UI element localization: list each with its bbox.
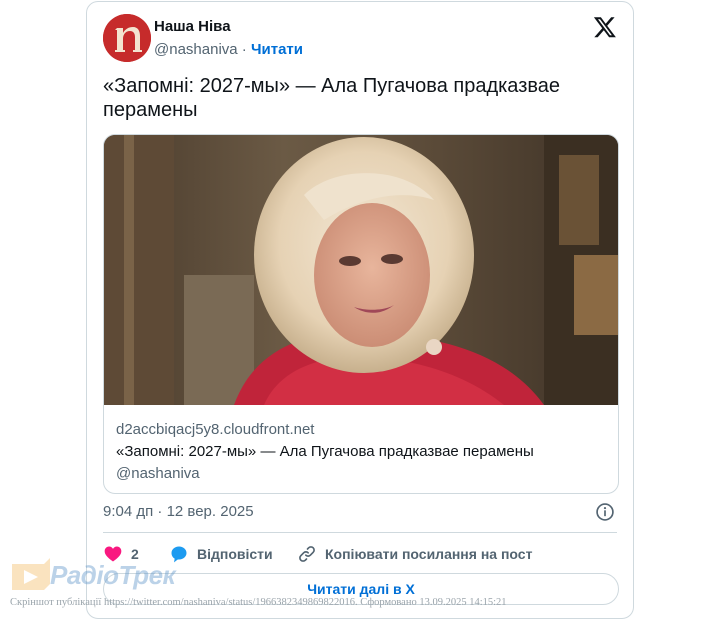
copy-link-button[interactable]: Копіювати посилання на пост <box>297 542 532 566</box>
tweet-embed-card: Наша Ніва @nashaniva · Читати «Запомні: … <box>86 1 634 619</box>
author-avatar[interactable] <box>103 14 151 62</box>
link-title[interactable]: «Запомні: 2027-мы» — Ала Пугачова прадка… <box>116 441 606 463</box>
follow-link[interactable]: Читати <box>251 41 303 58</box>
link-preview-meta: d2accbiqacj5y8.cloudfront.net «Запомні: … <box>116 419 606 485</box>
x-logo-icon[interactable] <box>593 15 617 39</box>
link-preview-image[interactable] <box>104 135 618 405</box>
link-handle[interactable]: @nashaniva <box>116 463 606 485</box>
link-icon <box>299 546 315 562</box>
link-preview-card[interactable]: d2accbiqacj5y8.cloudfront.net «Запомні: … <box>103 134 619 494</box>
reply-button[interactable]: Відповісти <box>169 542 273 566</box>
author-name[interactable]: Наша Ніва <box>154 18 231 35</box>
copy-link-label: Копіювати посилання на пост <box>325 546 533 562</box>
divider <box>103 532 617 533</box>
info-icon[interactable] <box>595 502 615 522</box>
reply-label: Відповісти <box>197 546 273 562</box>
link-domain[interactable]: d2accbiqacj5y8.cloudfront.net <box>116 419 606 441</box>
screenshot-footer-note: Скріншот публікації https://twitter.com/… <box>10 597 507 608</box>
author-handle-row: @nashaniva · Читати <box>154 41 303 58</box>
separator-dot: · <box>241 41 247 58</box>
tweet-text: «Запомні: 2027-мы» — Ала Пугачова прадка… <box>103 75 561 121</box>
author-handle[interactable]: @nashaniva <box>154 41 238 58</box>
watermark-brand: РадіоТрек <box>50 560 176 590</box>
tweet-timestamp[interactable]: 9:04 дп · 12 вер. 2025 <box>103 503 254 520</box>
nasha-niva-logo-icon <box>103 14 151 62</box>
